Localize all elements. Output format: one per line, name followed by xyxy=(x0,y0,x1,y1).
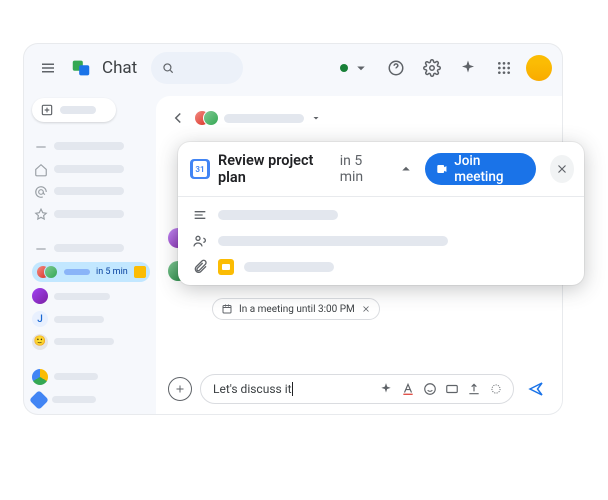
meeting-time: in 5 min xyxy=(340,153,383,185)
close-popover-button[interactable] xyxy=(550,155,574,183)
text-cursor-icon xyxy=(292,382,293,396)
popover-header: Review project plan in 5 min Join meetin… xyxy=(178,142,584,197)
upload-icon[interactable] xyxy=(465,380,483,398)
composer: Let's discuss it xyxy=(168,374,550,404)
add-attachment-button[interactable] xyxy=(168,377,192,401)
message-input[interactable]: Let's discuss it xyxy=(200,374,514,404)
collapse-button[interactable] xyxy=(396,159,416,179)
join-meeting-button[interactable]: Join meeting xyxy=(425,153,536,185)
popover-attachment-row[interactable] xyxy=(192,259,570,275)
apps-grid-icon[interactable] xyxy=(490,54,518,82)
join-button-label: Join meeting xyxy=(454,153,522,185)
people-icon xyxy=(192,233,208,249)
sidebar-conversation[interactable]: J xyxy=(32,311,150,328)
compose-icon xyxy=(40,103,54,117)
slides-icon xyxy=(218,259,234,275)
composer-text: Let's discuss it xyxy=(213,382,292,396)
top-bar: Chat xyxy=(24,44,562,92)
calendar-icon xyxy=(221,303,233,315)
placeholder xyxy=(60,106,96,114)
popover-body xyxy=(178,197,584,275)
video-icon[interactable] xyxy=(487,380,505,398)
at-icon xyxy=(34,184,48,198)
gif-icon[interactable] xyxy=(443,380,461,398)
popover-description-row xyxy=(192,207,570,223)
gemini-icon xyxy=(29,390,49,410)
conversation-header xyxy=(168,104,550,138)
account-avatar[interactable] xyxy=(526,55,552,81)
calendar-mini-icon xyxy=(134,266,146,278)
close-icon[interactable] xyxy=(361,304,371,314)
dash-icon xyxy=(34,139,48,153)
settings-icon[interactable] xyxy=(418,54,446,82)
active-status-dot-icon xyxy=(340,64,348,72)
product-title: Chat xyxy=(102,58,137,78)
chat-logo-icon xyxy=(70,57,92,79)
popover-guests-row xyxy=(192,233,570,249)
user-avatar-icon: J xyxy=(32,311,48,327)
send-button[interactable] xyxy=(522,375,550,403)
description-icon xyxy=(192,207,208,223)
calendar-app-icon xyxy=(190,159,210,179)
sidebar-section[interactable] xyxy=(32,239,150,256)
drive-icon xyxy=(32,369,48,385)
sparkle-icon[interactable] xyxy=(377,380,395,398)
sidebar-section[interactable] xyxy=(32,137,150,154)
group-avatar-icon xyxy=(36,263,58,281)
chevron-down-icon xyxy=(352,59,370,77)
sidebar-item-starred[interactable] xyxy=(32,206,150,223)
bot-avatar-icon: 🙂 xyxy=(32,334,48,350)
sidebar-conversation[interactable] xyxy=(32,288,150,305)
status-text: In a meeting until 3:00 PM xyxy=(239,304,355,315)
sidebar-conversation[interactable]: 🙂 xyxy=(32,333,150,350)
meeting-title: Review project plan xyxy=(218,152,328,186)
group-avatar-icon xyxy=(194,108,218,128)
sidebar-app-gemini[interactable] xyxy=(32,391,150,408)
menu-icon[interactable] xyxy=(34,54,62,82)
sidebar-meeting-time: in 5 min xyxy=(96,267,128,277)
chevron-down-icon[interactable] xyxy=(310,112,322,124)
search-bar[interactable] xyxy=(151,52,242,84)
sparkle-icon[interactable] xyxy=(454,54,482,82)
format-text-icon[interactable] xyxy=(399,380,417,398)
star-icon xyxy=(34,207,48,221)
attachment-icon xyxy=(192,259,208,275)
sidebar-active-conversation[interactable]: in 5 min xyxy=(32,262,150,282)
home-icon xyxy=(34,162,48,176)
emoji-icon[interactable] xyxy=(421,380,439,398)
sidebar: in 5 min J 🙂 xyxy=(24,92,156,414)
back-icon[interactable] xyxy=(168,108,188,128)
new-chat-button[interactable] xyxy=(32,98,116,122)
dash-icon xyxy=(34,241,48,255)
placeholder xyxy=(64,269,90,275)
help-icon[interactable] xyxy=(382,54,410,82)
sidebar-app-drive[interactable] xyxy=(32,368,150,385)
meeting-popover: Review project plan in 5 min Join meetin… xyxy=(178,142,584,285)
video-camera-icon xyxy=(435,161,449,177)
user-avatar-icon xyxy=(32,288,48,304)
conversation-title-placeholder xyxy=(224,114,304,123)
sidebar-item-mentions[interactable] xyxy=(32,183,150,200)
search-icon xyxy=(161,61,175,75)
sidebar-item-home[interactable] xyxy=(32,160,150,177)
status-indicator[interactable] xyxy=(336,54,374,82)
status-chip: In a meeting until 3:00 PM xyxy=(212,298,380,320)
